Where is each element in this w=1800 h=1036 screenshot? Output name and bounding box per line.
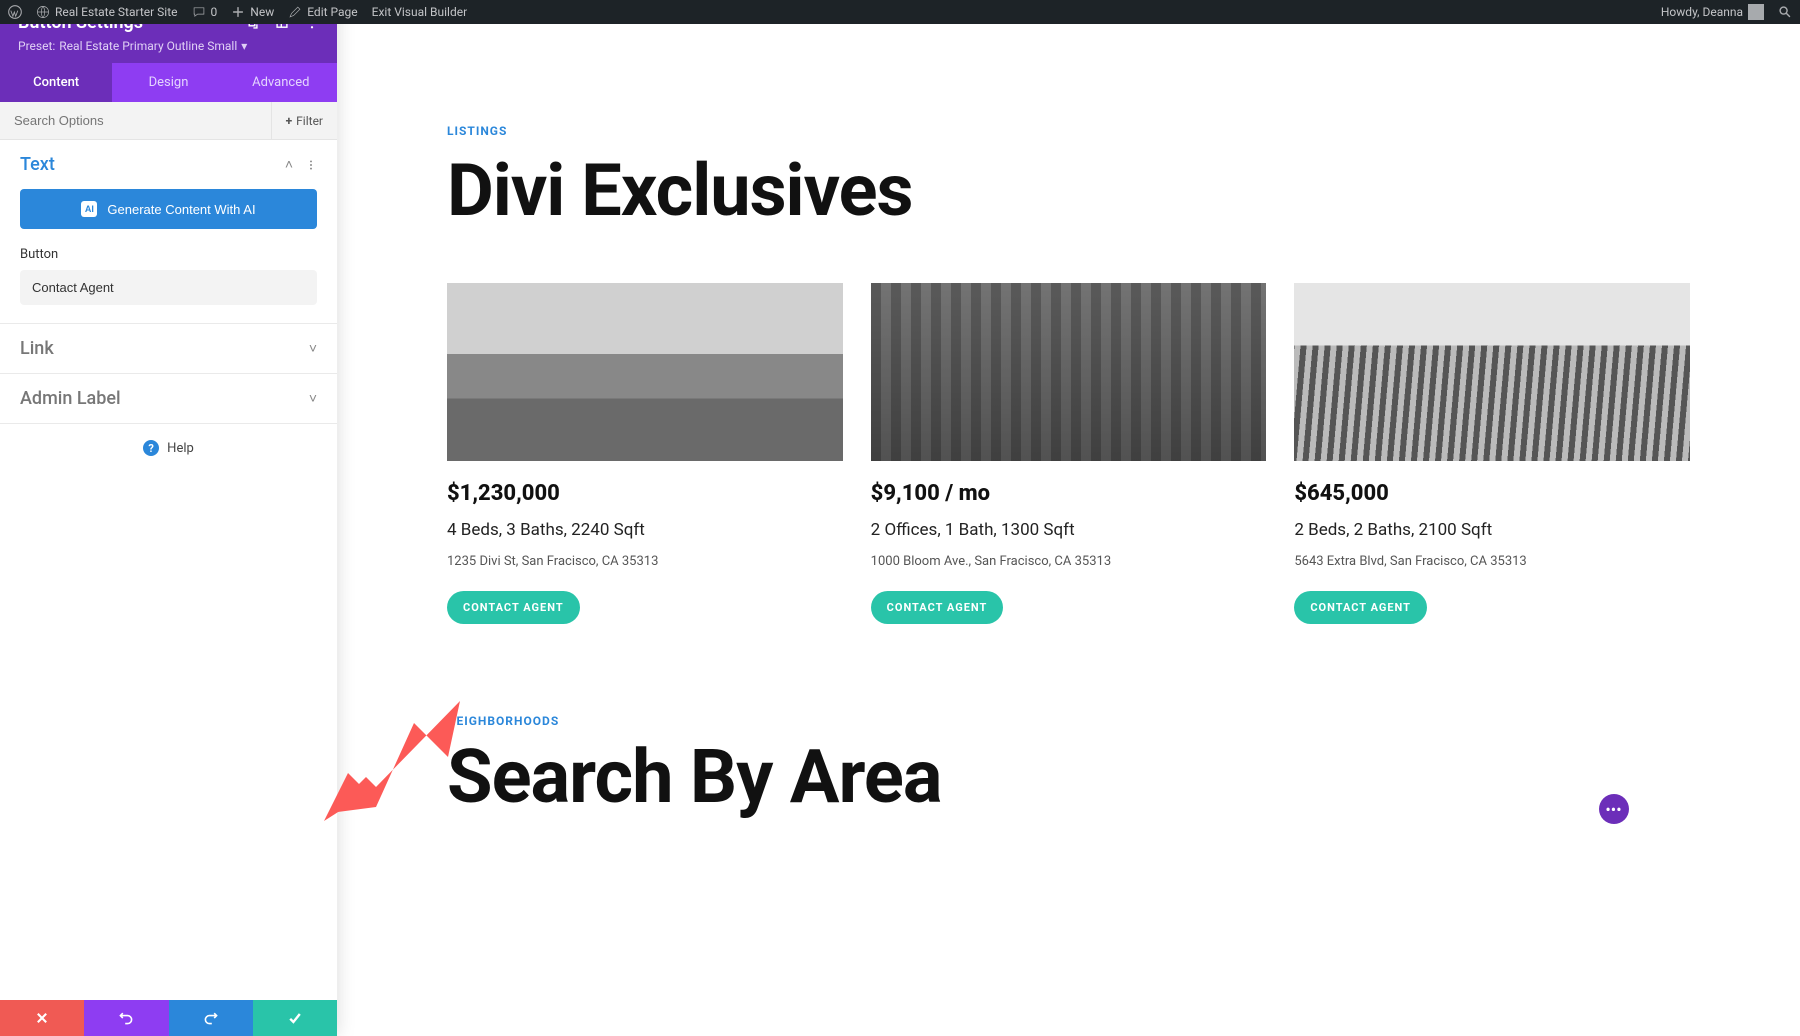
listing-meta: 2 Offices, 1 Bath, 1300 Sqft bbox=[871, 520, 1267, 540]
listing-image bbox=[1294, 283, 1690, 461]
chevron-down-icon: ▾ bbox=[241, 39, 247, 53]
help-label: Help bbox=[167, 441, 194, 456]
redo-icon bbox=[203, 1010, 219, 1026]
new-link[interactable]: New bbox=[231, 5, 274, 19]
new-label: New bbox=[250, 5, 274, 19]
pencil-icon bbox=[288, 5, 302, 19]
listings-eyebrow: LISTINGS bbox=[447, 124, 1690, 138]
site-name-link[interactable]: Real Estate Starter Site bbox=[36, 5, 178, 19]
home-icon bbox=[36, 5, 50, 19]
contact-agent-button[interactable]: CONTACT AGENT bbox=[871, 591, 1004, 624]
section-text-title: Text bbox=[20, 154, 55, 175]
section-text-header[interactable]: Text ˄ bbox=[0, 140, 337, 189]
listing-address: 1235 Divi St, San Fracisco, CA 35313 bbox=[447, 554, 843, 569]
listing-meta: 2 Beds, 2 Baths, 2100 Sqft bbox=[1294, 520, 1690, 540]
listing-address: 5643 Extra Blvd, San Fracisco, CA 35313 bbox=[1294, 554, 1690, 569]
tab-design[interactable]: Design bbox=[112, 63, 224, 102]
listing-meta: 4 Beds, 3 Baths, 2240 Sqft bbox=[447, 520, 843, 540]
preset-prefix: Preset: bbox=[18, 39, 55, 53]
wp-logo[interactable] bbox=[8, 5, 22, 19]
ai-badge-icon: AI bbox=[81, 201, 97, 217]
plus-icon: + bbox=[286, 114, 293, 128]
floating-action-button[interactable]: ••• bbox=[1599, 794, 1629, 824]
listings-grid: $1,230,000 4 Beds, 3 Baths, 2240 Sqft 12… bbox=[447, 283, 1690, 624]
chevron-up-icon: ˄ bbox=[285, 156, 293, 173]
preset-selector[interactable]: Preset: Real Estate Primary Outline Smal… bbox=[18, 39, 319, 53]
redo-button[interactable] bbox=[169, 1000, 253, 1036]
listing-card: $9,100 / mo 2 Offices, 1 Bath, 1300 Sqft… bbox=[871, 283, 1267, 624]
section-link: Link ˅ bbox=[0, 324, 337, 374]
filter-label: Filter bbox=[296, 114, 323, 128]
listing-image bbox=[871, 283, 1267, 461]
edit-page-label: Edit Page bbox=[307, 5, 357, 19]
check-icon bbox=[287, 1010, 303, 1026]
site-name-text: Real Estate Starter Site bbox=[55, 5, 178, 19]
preset-name: Real Estate Primary Outline Small bbox=[59, 39, 237, 53]
exit-builder-label: Exit Visual Builder bbox=[372, 5, 468, 19]
listings-title: Divi Exclusives bbox=[447, 148, 1690, 233]
listing-price: $1,230,000 bbox=[447, 481, 843, 506]
wordpress-icon bbox=[8, 5, 22, 19]
save-button[interactable] bbox=[253, 1000, 337, 1036]
avatar bbox=[1748, 4, 1764, 20]
search-icon bbox=[1778, 5, 1792, 19]
button-field-label: Button bbox=[20, 247, 317, 262]
comments-count: 0 bbox=[211, 5, 218, 19]
tab-advanced[interactable]: Advanced bbox=[225, 63, 337, 102]
edit-page-link[interactable]: Edit Page bbox=[288, 5, 357, 19]
chevron-down-icon: ˅ bbox=[309, 340, 317, 357]
tab-content[interactable]: Content bbox=[0, 63, 112, 102]
comments-link[interactable]: 0 bbox=[192, 5, 218, 19]
section-link-title: Link bbox=[20, 338, 54, 359]
button-text-input[interactable] bbox=[20, 270, 317, 305]
listing-price: $645,000 bbox=[1294, 481, 1690, 506]
listing-card: $1,230,000 4 Beds, 3 Baths, 2240 Sqft 12… bbox=[447, 283, 843, 624]
help-icon: ? bbox=[143, 440, 159, 456]
generate-ai-button[interactable]: AI Generate Content With AI bbox=[20, 189, 317, 229]
comment-icon bbox=[192, 5, 206, 19]
listing-price: $9,100 / mo bbox=[871, 481, 1267, 506]
search-toggle[interactable] bbox=[1778, 5, 1792, 19]
section-admin-label: Admin Label ˅ bbox=[0, 374, 337, 424]
section-admin-header[interactable]: Admin Label ˅ bbox=[0, 374, 337, 423]
cancel-button[interactable] bbox=[0, 1000, 84, 1036]
chevron-down-icon: ˅ bbox=[309, 390, 317, 407]
plus-icon bbox=[231, 5, 245, 19]
undo-icon bbox=[118, 1010, 134, 1026]
listing-image bbox=[447, 283, 843, 461]
ai-button-label: Generate Content With AI bbox=[107, 202, 255, 217]
undo-button[interactable] bbox=[84, 1000, 168, 1036]
contact-agent-button[interactable]: CONTACT AGENT bbox=[1294, 591, 1427, 624]
help-link[interactable]: ? Help bbox=[0, 424, 337, 472]
dots-icon: ••• bbox=[1605, 800, 1621, 819]
section-admin-title: Admin Label bbox=[20, 388, 121, 409]
section-text: Text ˄ AI Generate Content With AI Butto… bbox=[0, 140, 337, 324]
howdy-text: Howdy, Deanna bbox=[1661, 5, 1743, 19]
listing-address: 1000 Bloom Ave., San Fracisco, CA 35313 bbox=[871, 554, 1267, 569]
section-link-header[interactable]: Link ˅ bbox=[0, 324, 337, 373]
page-preview: LISTINGS Divi Exclusives $1,230,000 4 Be… bbox=[337, 24, 1800, 1036]
neighborhoods-eyebrow: NEIGHBORHOODS bbox=[447, 714, 1690, 728]
exit-builder-link[interactable]: Exit Visual Builder bbox=[372, 5, 468, 19]
close-icon bbox=[35, 1011, 49, 1025]
listing-card: $645,000 2 Beds, 2 Baths, 2100 Sqft 5643… bbox=[1294, 283, 1690, 624]
sidebar-tabs: Content Design Advanced bbox=[0, 63, 337, 102]
filter-button[interactable]: + Filter bbox=[271, 102, 337, 139]
contact-agent-button[interactable]: CONTACT AGENT bbox=[447, 591, 580, 624]
kebab-icon[interactable] bbox=[305, 158, 317, 172]
settings-sidebar: Button Settings Preset: Real Estate Prim… bbox=[0, 0, 337, 1036]
search-input[interactable] bbox=[0, 102, 271, 139]
search-row: + Filter bbox=[0, 102, 337, 140]
sidebar-footer bbox=[0, 1000, 337, 1036]
neighborhoods-title: Search By Area bbox=[447, 734, 1690, 821]
howdy-user[interactable]: Howdy, Deanna bbox=[1661, 4, 1764, 20]
wp-admin-bar: Real Estate Starter Site 0 New Edit Page… bbox=[0, 0, 1800, 24]
